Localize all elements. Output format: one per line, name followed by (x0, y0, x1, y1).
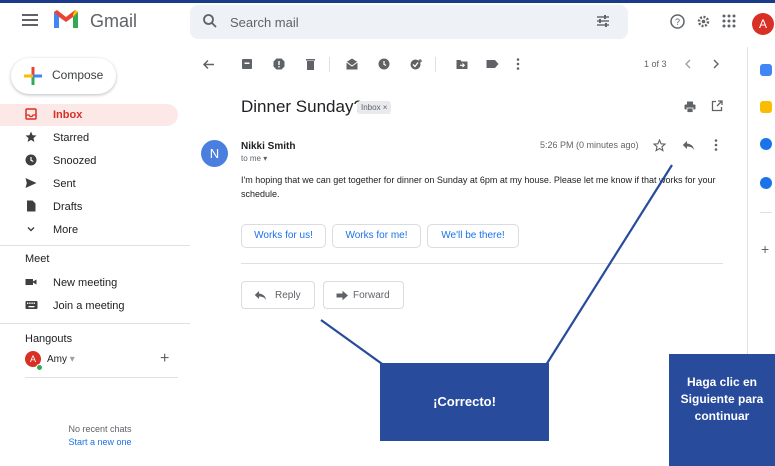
correct-feedback-callout: ¡Correcto! (380, 363, 549, 441)
next-instruction-callout: Haga clic en Siguiente para continuar (669, 354, 775, 466)
